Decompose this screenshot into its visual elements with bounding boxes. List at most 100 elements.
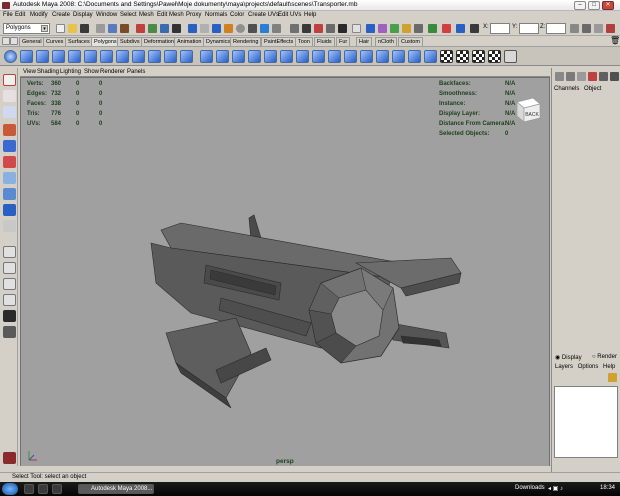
separate-icon[interactable]	[216, 50, 229, 63]
merge-icon[interactable]	[408, 50, 421, 63]
extract-icon[interactable]	[232, 50, 245, 63]
persp-graph-layout-icon[interactable]	[3, 294, 16, 306]
planar-map-icon[interactable]	[456, 50, 469, 63]
tab-deformation[interactable]: Deformation	[141, 37, 177, 46]
extrude-icon[interactable]	[344, 50, 357, 63]
bevel-icon[interactable]	[424, 50, 437, 63]
checker-uv-icon[interactable]	[440, 50, 453, 63]
select-tool-icon[interactable]	[3, 74, 16, 86]
panel-icon[interactable]	[599, 72, 608, 81]
select-object-icon[interactable]	[108, 24, 117, 33]
cylindrical-map-icon[interactable]	[472, 50, 485, 63]
menu-file[interactable]: File	[3, 12, 13, 18]
tab-custom[interactable]: Custom	[398, 37, 423, 46]
perspective-viewport[interactable]: Verts: 360 0 0 Edges: 732 0 0 Faces: 338…	[20, 77, 550, 468]
mask-icon-5[interactable]	[212, 24, 221, 33]
panel-icon-2[interactable]	[610, 72, 619, 81]
history-icon[interactable]	[290, 24, 299, 33]
shelf-menu-icon[interactable]	[2, 37, 10, 45]
select-component-icon[interactable]	[120, 24, 129, 33]
sculpt-icon[interactable]	[328, 50, 341, 63]
save-scene-icon[interactable]	[80, 24, 89, 33]
z-field[interactable]	[546, 23, 566, 34]
panel-menu-panels[interactable]: Panels	[127, 69, 145, 75]
hypershade-layout-icon[interactable]	[3, 310, 16, 322]
layer-icon[interactable]	[566, 72, 575, 81]
settings-icon[interactable]	[577, 72, 586, 81]
scale-tool-icon[interactable]	[3, 156, 16, 168]
spherical-map-icon[interactable]	[488, 50, 501, 63]
layer-list[interactable]	[554, 386, 618, 458]
quicklaunch-icon-2[interactable]	[38, 484, 48, 494]
transporter-model[interactable]	[21, 78, 551, 469]
render-settings-icon[interactable]	[338, 24, 347, 33]
panel-menu-view[interactable]: View	[23, 69, 36, 75]
panel-menu-lighting[interactable]: Lighting	[60, 69, 81, 75]
poly-helix-icon[interactable]	[148, 50, 161, 63]
show-hide-icon[interactable]	[428, 24, 437, 33]
tab-channels[interactable]: Channels	[554, 86, 579, 92]
menu-help[interactable]: Help	[304, 12, 316, 18]
tab-curves[interactable]: Curves	[43, 37, 67, 46]
ipr-render-icon[interactable]	[326, 24, 335, 33]
poly-sphere-icon[interactable]	[4, 50, 17, 63]
menu-select[interactable]: Select	[120, 12, 137, 18]
tab-fluids[interactable]: Fluids	[314, 37, 335, 46]
transform-field-icon[interactable]	[470, 24, 479, 33]
tab-hair[interactable]: Hair	[356, 37, 373, 46]
tab-dynamics[interactable]: Dynamics	[203, 37, 234, 46]
poly-prism-icon[interactable]	[100, 50, 113, 63]
poly-pipe-icon[interactable]	[132, 50, 145, 63]
y-field[interactable]	[519, 23, 539, 34]
bridge-icon[interactable]	[264, 50, 277, 63]
poly-pyramid-icon[interactable]	[116, 50, 129, 63]
panel-menu-renderer[interactable]: Renderer	[100, 69, 125, 75]
show-manip-icon[interactable]	[3, 204, 16, 216]
panel-menu-show[interactable]: Show	[84, 69, 99, 75]
selection-icon[interactable]	[366, 24, 375, 33]
pick-mask-icon-2[interactable]	[160, 24, 169, 33]
channel-box-toggle-icon[interactable]	[570, 24, 579, 33]
menu-color[interactable]: Color	[230, 12, 244, 18]
close-button[interactable]: ✕	[602, 1, 614, 10]
tab-subdivs[interactable]: Subdivs	[117, 37, 143, 46]
display-radio[interactable]: ◉ Display	[555, 354, 582, 361]
menu-modify[interactable]: Modify	[30, 12, 48, 18]
move-tool-icon[interactable]	[3, 124, 16, 136]
uv-editor-icon[interactable]	[390, 24, 399, 33]
render-radio[interactable]: ○ Render	[592, 354, 617, 360]
layer-menu-layers[interactable]: Layers	[555, 364, 573, 370]
layer-editor-toggle-icon[interactable]	[582, 24, 591, 33]
channel-box-icon[interactable]	[555, 72, 564, 81]
append-poly-icon[interactable]	[392, 50, 405, 63]
layer-menu-help[interactable]: Help	[603, 364, 615, 370]
channel-list[interactable]	[553, 95, 619, 345]
tool-settings-icon[interactable]	[594, 24, 603, 33]
split-poly-icon[interactable]	[360, 50, 373, 63]
start-button[interactable]	[2, 483, 18, 495]
graph-editor-icon[interactable]	[402, 24, 411, 33]
tab-ncloth[interactable]: nCloth	[375, 37, 397, 46]
poly-cube-icon[interactable]	[20, 50, 33, 63]
menu-edit[interactable]: Edit	[15, 12, 25, 18]
last-tool-icon[interactable]	[3, 220, 16, 232]
snap-point-icon[interactable]	[260, 24, 269, 33]
tab-general[interactable]: General	[19, 37, 45, 46]
persp-outliner-layout-icon[interactable]	[3, 278, 16, 290]
attribute-editor-icon[interactable]	[606, 24, 615, 33]
lock-selection-icon[interactable]	[172, 24, 181, 33]
maximize-button[interactable]: □	[588, 1, 600, 10]
mask-icon-6[interactable]	[224, 24, 233, 33]
render-icon[interactable]	[314, 24, 323, 33]
tab-surfaces[interactable]: Surfaces	[65, 37, 93, 46]
paint-select-icon[interactable]	[3, 106, 16, 118]
menu-proxy[interactable]: Proxy	[186, 12, 201, 18]
four-view-layout-icon[interactable]	[3, 262, 16, 274]
tab-fur[interactable]: Fur	[336, 37, 351, 46]
outliner-icon[interactable]	[414, 24, 423, 33]
tab-rendering[interactable]: Rendering	[230, 37, 262, 46]
poly-torus-icon[interactable]	[84, 50, 97, 63]
menu-edit-uvs[interactable]: Edit UVs	[278, 12, 301, 18]
outliner-layout-icon[interactable]	[3, 326, 16, 338]
tray-icons[interactable]: ◂ ▣ ♪	[548, 485, 563, 492]
